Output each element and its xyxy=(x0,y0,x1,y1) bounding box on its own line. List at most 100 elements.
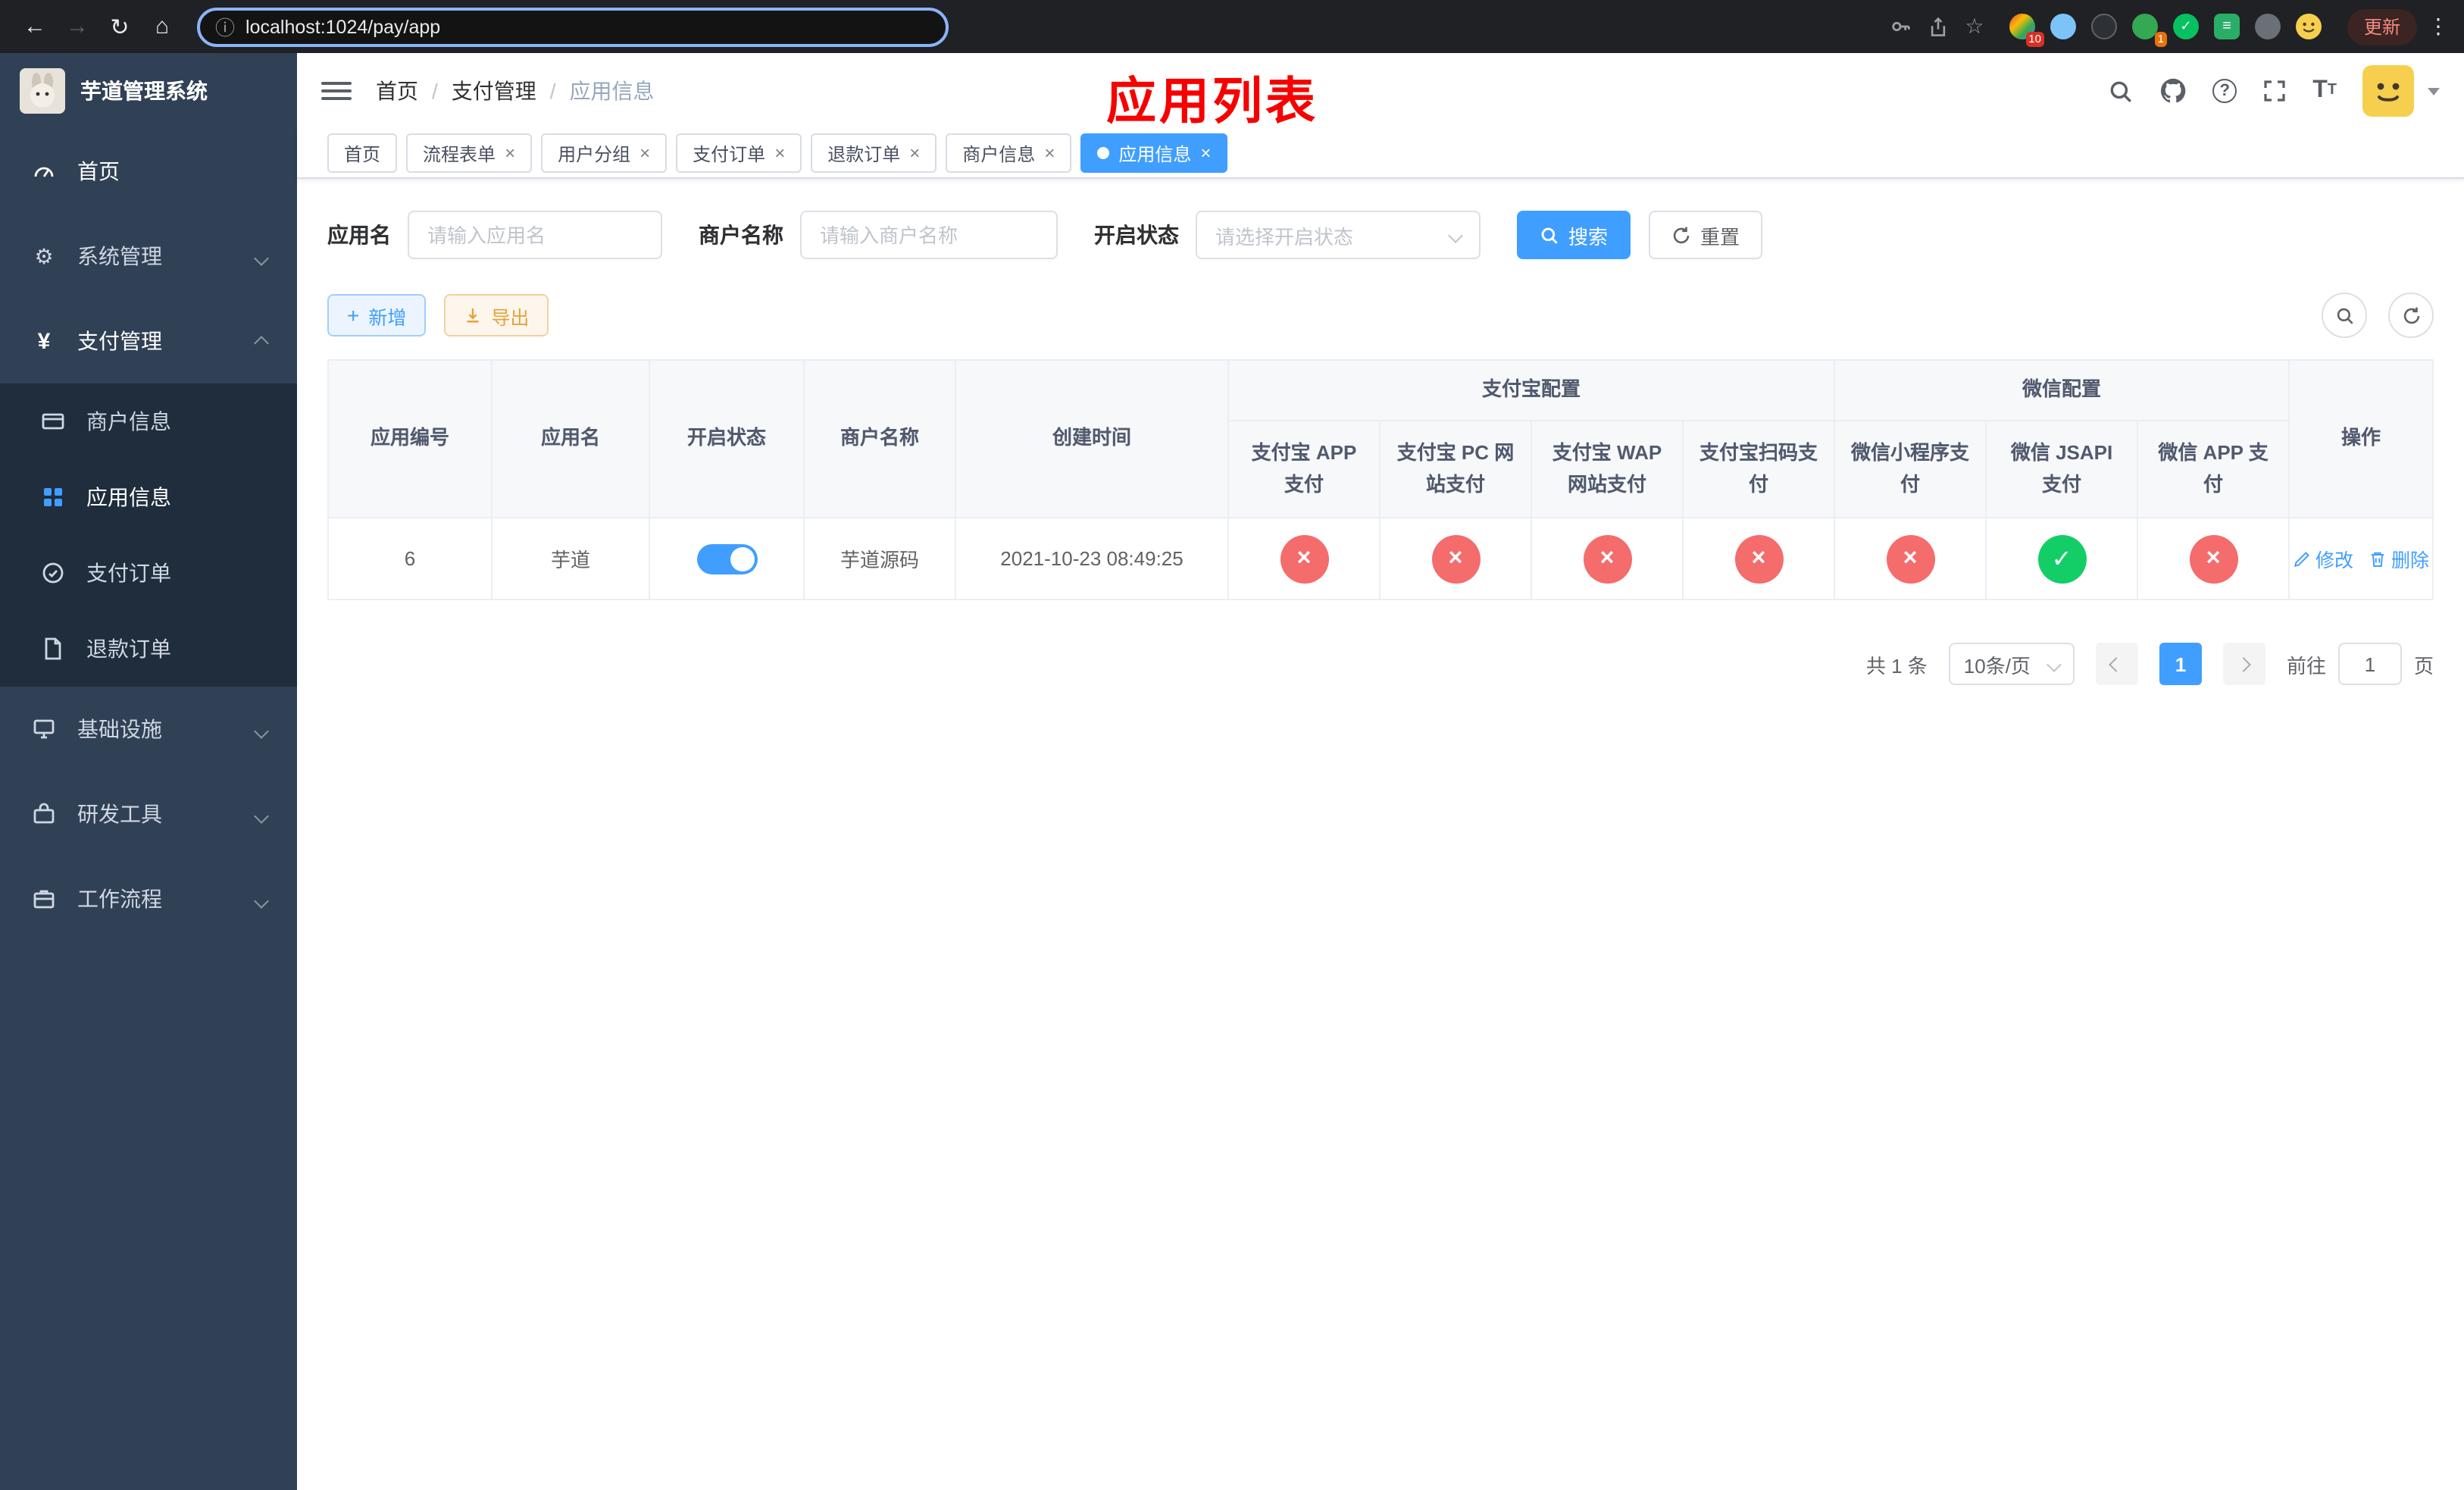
tab-pay-orders[interactable]: 支付订单 × xyxy=(676,133,802,173)
sidebar-item-workflow[interactable]: 工作流程 xyxy=(0,856,297,941)
sidebar-collapse-icon[interactable] xyxy=(321,76,352,106)
next-page-button[interactable] xyxy=(2222,643,2265,685)
sidebar-item-label: 首页 xyxy=(77,159,120,183)
goto-label: 前往 xyxy=(2286,654,2326,677)
alipay-qr-status-icon: × xyxy=(1734,534,1783,583)
sidebar: 芋道管理系统 首页 ⚙ 系统管理 ¥ 支付管理 商户信息 应用信息 支付订单 退… xyxy=(0,53,297,1490)
prev-page-button[interactable] xyxy=(2095,643,2138,685)
sidebar-item-label: 应用信息 xyxy=(86,485,171,509)
url-text: localhost:1024/pay/app xyxy=(245,16,441,37)
page-annotation: 应用列表 xyxy=(1106,73,1318,129)
edit-link[interactable]: 修改 xyxy=(2293,544,2353,573)
sidebar-item-refund-orders[interactable]: 退款订单 xyxy=(0,611,297,687)
app-title: 芋道管理系统 xyxy=(80,79,208,103)
extension-icon-green-check[interactable]: ✓ xyxy=(2172,14,2199,39)
forward-icon[interactable]: → xyxy=(58,7,97,46)
goto-page-input[interactable] xyxy=(2337,643,2402,685)
fullscreen-icon[interactable] xyxy=(2262,79,2287,103)
refresh-button[interactable] xyxy=(2388,293,2434,338)
current-page-button[interactable]: 1 xyxy=(2159,643,2202,685)
export-button[interactable]: 导出 xyxy=(444,294,549,337)
status-toggle[interactable] xyxy=(696,543,757,574)
search-icon[interactable] xyxy=(2108,78,2134,104)
tab-user-group[interactable]: 用户分组 × xyxy=(541,133,668,173)
extension-icon-dark[interactable] xyxy=(2090,14,2117,39)
delete-link[interactable]: 删除 xyxy=(2369,544,2429,573)
font-size-icon[interactable]: TT xyxy=(2312,78,2337,103)
col-wechat-mini: 微信小程序支付 xyxy=(1834,420,1987,518)
total-count: 共 1 条 xyxy=(1865,654,1928,677)
home-icon[interactable]: ⌂ xyxy=(142,7,182,46)
merchant-name-input[interactable] xyxy=(820,224,1038,246)
screen: ← → ↻ ⌂ ⓘ localhost:1024/pay/app ☆ 10 1 … xyxy=(0,0,2464,1490)
breadcrumb-separator: / xyxy=(549,79,556,103)
site-info-icon[interactable]: ⓘ xyxy=(215,12,235,41)
share-icon[interactable] xyxy=(1921,10,1955,43)
circle-check-icon xyxy=(39,561,67,585)
tab-close-icon[interactable]: × xyxy=(1044,144,1055,162)
github-icon[interactable] xyxy=(2159,77,2187,105)
tab-process-form[interactable]: 流程表单 × xyxy=(406,133,533,173)
profile-avatar-icon[interactable] xyxy=(2295,14,2322,39)
extension-icon-puzzle[interactable] xyxy=(2254,14,2281,39)
tab-app-info[interactable]: 应用信息 × xyxy=(1080,133,1228,173)
col-created: 创建时间 xyxy=(955,359,1229,518)
chevron-down-icon xyxy=(254,887,269,911)
breadcrumb-home[interactable]: 首页 xyxy=(376,76,418,106)
chevron-up-icon xyxy=(254,329,269,353)
show-search-toggle-button[interactable] xyxy=(2322,293,2367,338)
sidebar-item-payment[interactable]: ¥ 支付管理 xyxy=(0,299,297,383)
tab-refund-orders[interactable]: 退款订单 × xyxy=(811,133,937,173)
user-avatar[interactable] xyxy=(2362,65,2414,117)
tab-close-icon[interactable]: × xyxy=(774,144,785,162)
bookmark-star-icon[interactable]: ☆ xyxy=(1958,10,1991,43)
sidebar-item-app-info[interactable]: 应用信息 xyxy=(0,459,297,535)
app-name-label: 应用名 xyxy=(327,223,391,247)
reset-button[interactable]: 重置 xyxy=(1649,211,1763,259)
extension-icon-green-badge[interactable]: 1 xyxy=(2131,14,2167,47)
col-status: 开启状态 xyxy=(649,359,805,518)
cell-merchant: 芋道源码 xyxy=(803,517,956,600)
breadcrumb-section[interactable]: 支付管理 xyxy=(452,76,536,106)
search-button[interactable]: 搜索 xyxy=(1517,211,1631,259)
sidebar-item-merchant-info[interactable]: 商户信息 xyxy=(0,383,297,459)
dashboard-icon xyxy=(30,159,58,183)
back-icon[interactable]: ← xyxy=(15,7,55,46)
app-name-input[interactable] xyxy=(427,224,643,246)
password-key-icon[interactable] xyxy=(1885,10,1918,43)
sidebar-item-infrastructure[interactable]: 基础设施 xyxy=(0,687,297,772)
avatar-dropdown-caret[interactable] xyxy=(2428,87,2440,95)
url-bar[interactable]: ⓘ localhost:1024/pay/app xyxy=(197,7,949,46)
extension-icon-blue[interactable] xyxy=(2050,14,2076,39)
cell-app-name: 芋道 xyxy=(491,517,650,600)
logo-image xyxy=(20,68,65,114)
col-group-alipay: 支付宝配置 xyxy=(1227,359,1836,421)
chrome-update-button[interactable]: 更新 xyxy=(2347,8,2417,45)
help-icon[interactable]: ? xyxy=(2212,79,2237,103)
tab-close-icon[interactable]: × xyxy=(505,144,515,162)
extension-icon-colorful[interactable]: 10 xyxy=(2009,14,2044,47)
gear-icon: ⚙ xyxy=(34,243,54,268)
reload-icon[interactable]: ↻ xyxy=(100,7,139,46)
sidebar-item-dev-tools[interactable]: 研发工具 xyxy=(0,772,297,856)
extensions-cluster: 10 1 ✓ ≡ xyxy=(2009,14,2322,47)
tab-merchant-info[interactable]: 商户信息 × xyxy=(946,133,1072,173)
sidebar-item-pay-orders[interactable]: 支付订单 xyxy=(0,535,297,611)
sidebar-item-label: 支付管理 xyxy=(77,329,162,353)
tab-home[interactable]: 首页 xyxy=(327,133,398,173)
tab-close-icon[interactable]: × xyxy=(909,144,920,162)
page-size-select[interactable]: 10条/页 xyxy=(1948,643,2075,685)
sidebar-item-system[interactable]: ⚙ 系统管理 xyxy=(0,214,297,299)
add-button[interactable]: + 新增 xyxy=(327,294,427,337)
tab-close-icon[interactable]: × xyxy=(1200,144,1211,162)
status-select[interactable]: 请选择开启状态 xyxy=(1196,211,1481,259)
sidebar-item-home[interactable]: 首页 xyxy=(0,129,297,214)
extension-badge: 10 xyxy=(2025,32,2044,47)
browser-menu-icon[interactable]: ⋮ xyxy=(2428,14,2449,39)
extension-icon-green-doc[interactable]: ≡ xyxy=(2213,14,2240,39)
sidebar-item-label: 退款订单 xyxy=(86,637,171,661)
tab-close-icon[interactable]: × xyxy=(639,144,650,162)
tabs-bar: 首页 流程表单 × 用户分组 × 支付订单 × 退款订单 × 商户信息 × 应用信息 × xyxy=(297,129,2464,179)
app-logo[interactable]: 芋道管理系统 xyxy=(0,53,297,129)
payment-submenu: 商户信息 应用信息 支付订单 退款订单 xyxy=(0,383,297,687)
